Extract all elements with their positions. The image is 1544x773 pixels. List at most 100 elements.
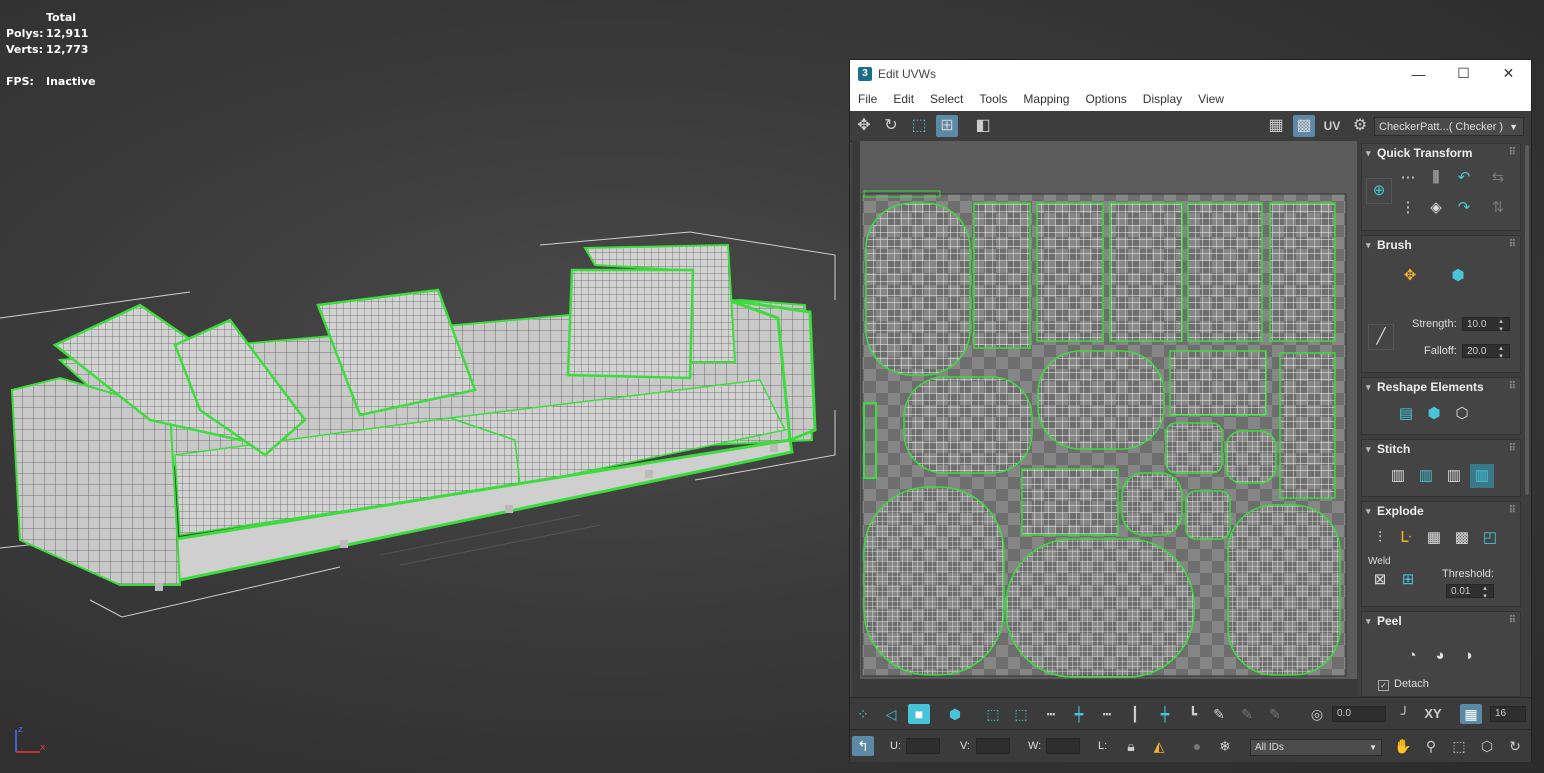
align-horizontal-icon[interactable]: ⋯ xyxy=(1396,166,1420,190)
mirror-icon[interactable]: ◧ xyxy=(972,115,994,137)
menu-file[interactable]: File xyxy=(850,92,885,106)
paint-select-icon[interactable]: ✎ xyxy=(1208,704,1230,724)
align-to-edge-icon[interactable]: ◈ xyxy=(1424,196,1448,220)
rotate-minus-90-icon[interactable]: ↶ xyxy=(1452,166,1476,190)
paint-shrink-icon[interactable]: ✎ xyxy=(1264,704,1286,724)
flatten-by-smoothing-icon[interactable]: ▩ xyxy=(1450,526,1474,550)
rotate-angle-field[interactable]: 0.0 xyxy=(1332,706,1386,722)
detach-checkbox[interactable]: ✓ Detach xyxy=(1378,678,1429,691)
stitch-custom-icon[interactable]: ▥ xyxy=(1386,464,1410,488)
weld-selected-icon[interactable]: ⊠ xyxy=(1368,568,1392,592)
perspective-viewport[interactable] xyxy=(0,0,849,773)
vertex-mode-icon[interactable]: ⁘ xyxy=(852,704,874,724)
horizontal-scrollbar[interactable] xyxy=(852,679,1357,697)
texture-dropdown[interactable]: CheckerPatt...( Checker ) ▼ xyxy=(1374,117,1524,136)
rollout-header-explode[interactable]: Explode⠿ xyxy=(1362,502,1520,520)
straighten-icon[interactable]: ▤ xyxy=(1394,402,1418,426)
maximize-button[interactable]: ☐ xyxy=(1441,65,1486,82)
settings-icon[interactable]: ⚙ xyxy=(1349,115,1371,137)
pan-icon[interactable]: ✋ xyxy=(1392,736,1414,756)
ring-grow-icon[interactable]: ┃ xyxy=(1124,704,1146,724)
relax-settings-icon[interactable]: ⬡ xyxy=(1450,402,1474,426)
quick-peel-icon[interactable]: ◔ xyxy=(1400,644,1424,668)
w-coordinate-field[interactable] xyxy=(1046,738,1080,754)
absolute-mode-icon[interactable]: ↰ xyxy=(852,736,874,756)
menu-options[interactable]: Options xyxy=(1077,92,1134,106)
stitch-to-source-icon[interactable]: ▥ xyxy=(1470,464,1494,488)
menu-view[interactable]: View xyxy=(1190,92,1232,106)
flatten-by-material-icon[interactable]: ◰ xyxy=(1478,526,1502,550)
menu-select[interactable]: Select xyxy=(922,92,971,106)
soft-selection-icon[interactable]: ╯ xyxy=(1394,704,1416,724)
grid-snap-icon[interactable]: ▦ xyxy=(1460,704,1482,724)
menu-display[interactable]: Display xyxy=(1135,92,1190,106)
peel-mode-icon[interactable]: ◕ xyxy=(1428,644,1452,668)
lock-icon[interactable]: 🔒︎ xyxy=(1120,736,1142,756)
space-horizontal-icon[interactable]: ⫼ xyxy=(1424,166,1448,190)
rotate-icon[interactable]: ↻ xyxy=(880,115,902,137)
ring-icon[interactable]: ┅ xyxy=(1096,704,1118,724)
rotate-angle-icon[interactable]: ◎ xyxy=(1306,704,1328,724)
material-id-dropdown[interactable]: All IDs ▼ xyxy=(1250,739,1382,756)
rollout-header-brush[interactable]: Brush⠿ xyxy=(1362,236,1520,254)
move-icon[interactable]: ✥ xyxy=(853,115,875,137)
grow-selection-icon[interactable]: ⬚ xyxy=(982,704,1004,724)
loop-grow-icon[interactable]: ┿ xyxy=(1068,704,1090,724)
weld-target-icon[interactable]: ⊞ xyxy=(1396,568,1420,592)
stitch-average-icon[interactable]: ▥ xyxy=(1442,464,1466,488)
falloff-spinner[interactable]: 20.0 xyxy=(1462,344,1510,360)
edge-loop-icon[interactable]: ┿ xyxy=(1154,704,1176,724)
point-to-point-icon[interactable]: ┗ xyxy=(1182,704,1204,724)
hide-icon[interactable]: ● xyxy=(1186,736,1208,756)
menu-edit[interactable]: Edit xyxy=(885,92,922,106)
loop-icon[interactable]: ┅ xyxy=(1040,704,1062,724)
checker-icon[interactable]: ▦ xyxy=(1265,115,1287,137)
shrink-selection-icon[interactable]: ⬚ xyxy=(1010,704,1032,724)
xy-plane-button[interactable]: XY xyxy=(1422,704,1444,724)
strength-spinner[interactable]: 10.0 xyxy=(1462,317,1510,333)
rotate-plus-90-icon[interactable]: ↷ xyxy=(1452,196,1476,220)
rollout-header-reshape[interactable]: Reshape Elements⠿ xyxy=(1362,378,1520,396)
edge-mode-icon[interactable]: ◁ xyxy=(880,704,902,724)
paint-grow-icon[interactable]: ✎ xyxy=(1236,704,1258,724)
reset-peel-icon[interactable]: ◑ xyxy=(1456,644,1480,668)
stitch-to-target-icon[interactable]: ▥ xyxy=(1414,464,1438,488)
minimize-button[interactable]: — xyxy=(1396,66,1441,82)
brush-falloff-icon[interactable]: ╱ xyxy=(1368,324,1394,350)
break-icon[interactable]: ⫶ xyxy=(1368,526,1392,550)
rollout-header-quick-transform[interactable]: Quick Transform⠿ xyxy=(1362,144,1520,162)
filter-selected-icon[interactable]: ◭ xyxy=(1148,736,1170,756)
v-coordinate-field[interactable] xyxy=(976,738,1010,754)
flip-horizontal-icon[interactable]: ⇆ xyxy=(1486,166,1510,190)
window-titlebar[interactable]: 3 Edit UVWs — ☐ ✕ xyxy=(850,60,1531,87)
show-map-icon[interactable]: ▩ xyxy=(1293,115,1315,137)
zoom-extents-icon[interactable]: ⬡ xyxy=(1476,736,1498,756)
uv-editor-canvas[interactable] xyxy=(852,141,1357,697)
relax-icon[interactable]: ⬢ xyxy=(1422,402,1446,426)
menu-mapping[interactable]: Mapping xyxy=(1015,92,1077,106)
panel-scrollbar[interactable] xyxy=(1525,145,1529,495)
zoom-region-icon[interactable]: ⬚ xyxy=(1448,736,1470,756)
set-pivot-icon[interactable]: ⊕ xyxy=(1366,178,1392,204)
snap-toggle-icon[interactable]: ↻ xyxy=(1504,736,1526,756)
polygon-mode-icon[interactable]: ■ xyxy=(908,704,930,724)
uv-space-button[interactable]: UV xyxy=(1321,115,1343,137)
menu-tools[interactable]: Tools xyxy=(971,92,1015,106)
detach-edge-icon[interactable]: ᒷ xyxy=(1394,526,1418,550)
rollout-header-peel[interactable]: Peel⠿ xyxy=(1362,612,1520,630)
paint-move-icon[interactable]: ✥ xyxy=(1398,264,1422,288)
u-coordinate-field[interactable] xyxy=(906,738,940,754)
freeze-icon[interactable]: ❄ xyxy=(1214,736,1236,756)
align-vertical-icon[interactable]: ⋮ xyxy=(1396,196,1420,220)
flatten-by-polygon-icon[interactable]: ▦ xyxy=(1422,526,1446,550)
zoom-icon[interactable]: ⚲ xyxy=(1420,736,1442,756)
relax-brush-icon[interactable]: ⬢ xyxy=(1446,264,1470,288)
grid-size-field[interactable]: 16 xyxy=(1490,706,1526,722)
element-mode-icon[interactable]: ⬢ xyxy=(944,704,966,724)
rollout-header-stitch[interactable]: Stitch⠿ xyxy=(1362,440,1520,458)
freeform-icon[interactable]: ⊞ xyxy=(936,115,958,137)
threshold-spinner[interactable]: 0.01 xyxy=(1446,584,1494,600)
close-button[interactable]: ✕ xyxy=(1486,65,1531,82)
flip-vertical-icon[interactable]: ⇅ xyxy=(1486,196,1510,220)
scale-icon[interactable]: ⬚ xyxy=(908,115,930,137)
